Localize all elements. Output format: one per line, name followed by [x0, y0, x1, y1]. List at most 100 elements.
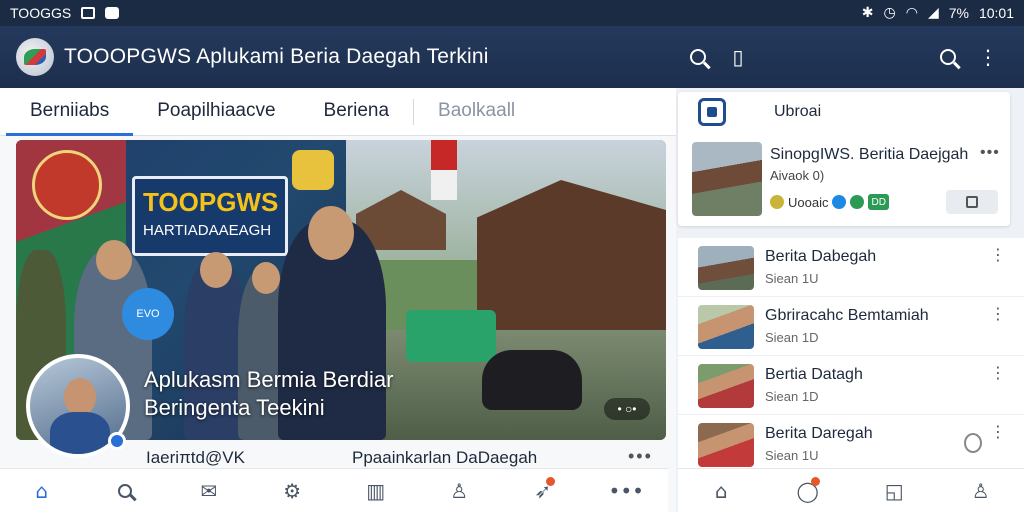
chart-icon[interactable]: ▥: [356, 471, 396, 511]
chat-icon[interactable]: ◯: [788, 471, 828, 511]
search-icon: [118, 483, 133, 498]
info-icon[interactable]: [964, 433, 982, 453]
notification-dot: [810, 476, 820, 486]
kebab-menu-icon[interactable]: ⋮: [990, 365, 1006, 381]
bookmark-button[interactable]: ▯: [718, 37, 758, 77]
puzzle-icon[interactable]: ⚙: [272, 471, 312, 511]
avatar-face: [64, 378, 96, 416]
chip-icon: [770, 195, 784, 209]
overflow-menu-icon: ⋮: [978, 45, 998, 69]
battery-level: 7%: [948, 5, 969, 21]
search-icon: [940, 49, 956, 65]
rocket-icon[interactable]: ➶: [523, 471, 563, 511]
news-list: Berita Dabegah Siean 1U ⋮ Gbriracahc Bem…: [678, 238, 1024, 474]
edit-box-icon[interactable]: ◱: [874, 471, 914, 511]
status-app-name: TOOGGS: [10, 5, 72, 21]
tab-lokal[interactable]: Baolkaall: [414, 87, 539, 135]
side-panel: Ubroai SinopgIWS. Beritia Daejgah Aivaok…: [678, 92, 1024, 512]
hero-headline-line-1: Aplukasm Bermia Berdiar: [144, 367, 394, 392]
main-feed: Berniiabs Poapilhiaacve Beriena Baolkaal…: [0, 88, 676, 512]
hero-headline-line-2: Beringenta Teekini: [144, 395, 325, 420]
user-swap-icon[interactable]: ♙: [439, 471, 479, 511]
list-item[interactable]: Berita Dabegah Siean 1U ⋮: [678, 238, 1024, 297]
wifi-icon: ◠: [905, 5, 918, 21]
chip-box: DD: [868, 194, 889, 210]
featured-thumbnail: [692, 142, 762, 216]
list-item-subtitle: Siean 1U: [765, 448, 819, 463]
list-item-title: Gbriracahc Bemtamiah: [765, 307, 929, 324]
list-item-subtitle: Siean 1U: [765, 271, 819, 286]
overflow-menu-button[interactable]: ⋮: [968, 37, 1008, 77]
list-thumbnail: [698, 246, 754, 290]
crest-icon: [292, 150, 334, 190]
app-title: TOOOPGWS Aplukami Beria Daegah Terkini: [64, 45, 489, 68]
person-head: [200, 252, 232, 288]
search-nav-button[interactable]: [105, 471, 145, 511]
featured-action-button[interactable]: [946, 190, 998, 214]
notification-dot: [545, 476, 555, 486]
list-item-title: Bertia Datagh: [765, 366, 863, 383]
featured-subtitle: Aivaok 0): [770, 168, 825, 183]
tab-berita[interactable]: Berniiabs: [6, 87, 134, 136]
emblem-icon: [32, 150, 102, 220]
kebab-menu-icon[interactable]: ⋮: [990, 424, 1006, 440]
bookmark-icon: ▯: [732, 45, 744, 69]
search-button-secondary[interactable]: [928, 37, 968, 77]
person-head: [308, 206, 354, 260]
bird-logo-icon: [24, 49, 46, 65]
featured-more-button[interactable]: •••: [980, 144, 1000, 162]
card-source: Ιaeriπtd@VK: [146, 448, 245, 467]
search-button[interactable]: [678, 37, 718, 77]
cart: [406, 310, 496, 362]
featured-card[interactable]: Ubroai SinopgIWS. Beritia Daejgah Aivaok…: [678, 92, 1010, 226]
list-item-title: Berita Dabegah: [765, 248, 877, 265]
tab-bar: Berniiabs Poapilhiaacve Beriena Baolkaal…: [0, 88, 676, 136]
chip-green-icon: [850, 195, 865, 209]
home-icon[interactable]: ⌂: [701, 471, 741, 511]
card-more-button[interactable]: •••: [628, 446, 653, 467]
kebab-menu-icon[interactable]: ⋮: [990, 306, 1006, 322]
list-item-subtitle: Siean 1D: [765, 389, 819, 404]
signal-icon: ◢: [927, 5, 939, 21]
bluetooth-icon: ✱: [861, 5, 874, 21]
list-item[interactable]: Berita Daregah Siean 1U ⋮: [678, 415, 1024, 474]
square-icon: [966, 196, 978, 208]
home-icon[interactable]: ⌂: [22, 471, 62, 511]
list-thumbnail: [698, 423, 754, 467]
carousel-indicator[interactable]: • ○•: [604, 398, 650, 420]
list-item[interactable]: Bertia Datagh Siean 1D ⋮: [678, 356, 1024, 415]
featured-header-label: Ubroai: [774, 103, 822, 120]
profile-icon[interactable]: ♙: [961, 471, 1001, 511]
card-category: Ρpaainkarlan DaDaegah: [352, 448, 538, 467]
more-icon[interactable]: •••: [606, 471, 646, 511]
notification-icon: [105, 7, 120, 19]
list-item[interactable]: Gbriracahc Bemtamiah Siean 1D ⋮: [678, 297, 1024, 356]
news-sign: TOOPGWS HARTIADAAEAGH: [132, 176, 288, 256]
side-bottom-nav: ⌂ ◯ ◱ ♙: [678, 468, 1024, 512]
app-bar: TOOOPGWS Aplukami Beria Daegah Terkini ▯…: [0, 26, 1024, 88]
sign-subtitle: HARTIADAAEAGH: [143, 222, 272, 239]
bottom-nav: ⌂ ✉ ⚙ ▥ ♙ ➶ •••: [0, 468, 668, 512]
chip-label: Uooaic: [788, 194, 829, 210]
image-icon: [81, 7, 96, 19]
kebab-menu-icon[interactable]: ⋮: [990, 247, 1006, 263]
person-head: [252, 262, 280, 294]
tab-berita-2[interactable]: Beriena: [300, 87, 414, 135]
list-item-title: Berita Daregah: [765, 425, 873, 442]
hero-headline: Aplukasm Bermia Berdiar Beringenta Teeki…: [144, 366, 474, 422]
app-logo[interactable]: [16, 38, 54, 76]
person-head: [96, 240, 132, 280]
verified-badge-icon: [108, 432, 126, 450]
status-bar: TOOGGS ✱ ◷ ◠ ◢ 7% 10:01: [0, 0, 1024, 26]
clock: 10:01: [978, 5, 1014, 21]
tab-populer[interactable]: Poapilhiaacve: [133, 87, 299, 135]
list-thumbnail: [698, 305, 754, 349]
mail-icon[interactable]: ✉: [189, 471, 229, 511]
list-item-subtitle: Siean 1D: [765, 330, 819, 345]
featured-chips: Uooaic DD: [770, 194, 889, 210]
avatar-body: [50, 412, 110, 454]
search-icon: [690, 49, 706, 65]
alarm-icon: ◷: [883, 5, 896, 21]
list-thumbnail: [698, 364, 754, 408]
hexagon-logo-icon: [698, 98, 726, 126]
